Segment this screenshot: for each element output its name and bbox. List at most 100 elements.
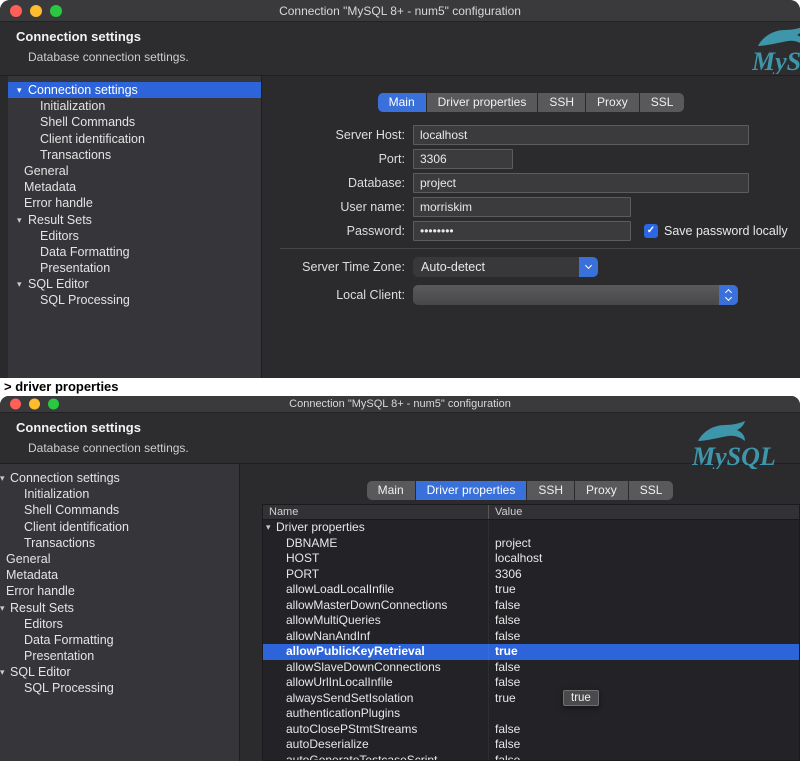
close-button[interactable] — [10, 4, 22, 17]
property-row-allowmasterdownconnections[interactable]: allowMasterDownConnections false — [263, 597, 799, 613]
save-password-checkbox[interactable] — [644, 223, 658, 238]
sidebar-item-sql-processing[interactable]: SQL Processing — [0, 680, 239, 696]
sidebar-item-label: Shell Commands — [40, 115, 136, 130]
password-input[interactable] — [413, 220, 631, 241]
sidebar-item-shell-commands[interactable]: Shell Commands — [0, 502, 239, 518]
sidebar-item-metadata[interactable]: Metadata — [8, 179, 261, 195]
property-row-host[interactable]: HOST localhost — [263, 551, 799, 567]
sidebar-item-connection-settings[interactable]: Connection settings — [8, 82, 261, 99]
sidebar-item-result-sets[interactable]: Result Sets — [0, 600, 239, 616]
sidebar-item-shell-commands[interactable]: Shell Commands — [8, 114, 261, 130]
sidebar-item-editors[interactable]: Editors — [8, 228, 261, 244]
sidebar-item-client-identification[interactable]: Client identification — [0, 519, 239, 535]
property-row-dbname[interactable]: DBNAME project — [263, 535, 799, 551]
property-value-cell: false — [488, 613, 799, 629]
property-row-autogeneratetestcasescript[interactable]: autoGenerateTestcaseScript false — [263, 752, 799, 760]
database-input[interactable] — [413, 172, 749, 193]
mysql-logo-text: MySQL — [752, 47, 800, 74]
tab-proxy[interactable]: Proxy — [586, 93, 639, 112]
disclosure-triangle-icon[interactable] — [0, 470, 5, 486]
property-row-authenticationplugins[interactable]: authenticationPlugins — [263, 706, 799, 722]
tab-bar: Main Driver properties SSH Proxy SSL — [240, 481, 800, 500]
property-row-autodeserialize[interactable]: autoDeserialize false — [263, 737, 799, 753]
sidebar-item-initialization[interactable]: Initialization — [0, 486, 239, 502]
sidebar-item-label: Result Sets — [28, 212, 92, 227]
disclosure-triangle-icon[interactable] — [17, 276, 22, 292]
sidebar-item-sql-editor[interactable]: SQL Editor — [8, 276, 261, 292]
sidebar-item-label: Initialization — [40, 99, 106, 114]
minimize-button[interactable] — [29, 398, 40, 410]
save-password-checkbox-wrap: Save password locally — [644, 223, 788, 238]
property-name-cell: allowNanAndInf — [286, 628, 371, 643]
sidebar-item-data-formatting[interactable]: Data Formatting — [8, 244, 261, 260]
tab-ssl[interactable]: SSL — [628, 481, 674, 500]
sidebar-item-general[interactable]: General — [0, 551, 239, 567]
port-input[interactable] — [413, 148, 513, 169]
sidebar-item-presentation[interactable]: Presentation — [8, 260, 261, 276]
server-time-zone-label: Server Time Zone: — [302, 259, 405, 274]
zoom-button[interactable] — [48, 398, 59, 410]
sidebar-item-client-identification[interactable]: Client identification — [8, 131, 261, 147]
sidebar-item-data-formatting[interactable]: Data Formatting — [0, 632, 239, 648]
sidebar-item-sql-processing[interactable]: SQL Processing — [8, 292, 261, 308]
sidebar-item-metadata[interactable]: Metadata — [0, 567, 239, 583]
property-row-port[interactable]: PORT 3306 — [263, 566, 799, 582]
disclosure-triangle-icon[interactable] — [17, 82, 22, 98]
window-titlebar[interactable]: Connection "MySQL 8+ - num5" configurati… — [0, 0, 800, 22]
server-host-input[interactable] — [413, 124, 749, 145]
sidebar-item-editors[interactable]: Editors — [0, 616, 239, 632]
column-header-name[interactable]: Name — [263, 505, 488, 519]
tab-ssl[interactable]: SSL — [639, 93, 685, 112]
sidebar-item-presentation[interactable]: Presentation — [0, 648, 239, 664]
close-button[interactable] — [10, 398, 21, 410]
sidebar-item-sql-editor[interactable]: SQL Editor — [0, 664, 239, 680]
property-row-allowmultiqueries[interactable]: allowMultiQueries false — [263, 613, 799, 629]
tab-main[interactable]: Main — [366, 481, 415, 500]
tab-driver-properties[interactable]: Driver properties — [426, 93, 538, 112]
property-name-cell: authenticationPlugins — [286, 706, 401, 720]
sidebar-item-label: SQL Processing — [24, 681, 114, 696]
tab-ssh[interactable]: SSH — [527, 481, 575, 500]
username-input[interactable] — [413, 196, 631, 217]
port-label: Port: — [378, 151, 405, 166]
stepper-up-down-icon[interactable] — [719, 284, 738, 305]
minimize-button[interactable] — [30, 4, 42, 17]
local-client-combo[interactable] — [413, 284, 738, 305]
tab-ssh[interactable]: SSH — [538, 93, 586, 112]
form-divider — [280, 248, 800, 249]
disclosure-triangle-icon[interactable] — [0, 664, 5, 680]
property-group-row[interactable]: Driver properties — [263, 520, 799, 536]
sidebar-item-error-handle[interactable]: Error handle — [0, 583, 239, 599]
property-row-allownanandinf[interactable]: allowNanAndInf false — [263, 628, 799, 644]
property-row-alwayssendsetisolation[interactable]: alwaysSendSetIsolation true — [263, 690, 799, 706]
tab-main[interactable]: Main — [377, 93, 426, 112]
tab-driver-properties[interactable]: Driver properties — [415, 481, 527, 500]
sidebar-item-error-handle[interactable]: Error handle — [8, 195, 261, 211]
disclosure-triangle-icon[interactable] — [0, 600, 5, 616]
disclosure-triangle-icon[interactable] — [266, 520, 271, 536]
sidebar-item-general[interactable]: General — [8, 163, 261, 179]
property-name-cell: allowMultiQueries — [286, 613, 381, 627]
property-row-allowpublickeyretrieval[interactable]: allowPublicKeyRetrieval true — [263, 644, 799, 660]
window-titlebar[interactable]: Connection "MySQL 8+ - num5" configurati… — [0, 396, 800, 413]
dialog-header: Connection settings Database connection … — [0, 22, 800, 76]
property-row-autoclosepstmtstreams[interactable]: autoClosePStmtStreams false — [263, 721, 799, 737]
zoom-button[interactable] — [50, 4, 62, 17]
disclosure-triangle-icon[interactable] — [17, 212, 22, 228]
sidebar-item-connection-settings[interactable]: Connection settings — [0, 470, 239, 486]
property-name-cell: allowMasterDownConnections — [286, 597, 448, 612]
sidebar-item-label: Editors — [24, 616, 63, 631]
column-header-value[interactable]: Value — [488, 505, 799, 519]
sidebar-item-transactions[interactable]: Transactions — [0, 535, 239, 551]
property-row-allowloadlocalinfile[interactable]: allowLoadLocalInfile true — [263, 582, 799, 598]
sidebar-item-transactions[interactable]: Transactions — [8, 147, 261, 163]
property-name-cell: HOST — [286, 551, 320, 565]
sidebar-item-initialization[interactable]: Initialization — [8, 98, 261, 114]
chevron-down-icon[interactable] — [579, 256, 598, 277]
server-time-zone-select[interactable]: Auto-detect — [413, 256, 598, 277]
property-row-allowurlinlocalinfile[interactable]: allowUrlInLocalInfile false — [263, 675, 799, 691]
tab-proxy[interactable]: Proxy — [575, 481, 628, 500]
sidebar-item-result-sets[interactable]: Result Sets — [8, 212, 261, 228]
property-row-allowslavedownconnections[interactable]: allowSlaveDownConnections false — [263, 659, 799, 675]
server-time-zone-value: Auto-detect — [421, 259, 485, 274]
